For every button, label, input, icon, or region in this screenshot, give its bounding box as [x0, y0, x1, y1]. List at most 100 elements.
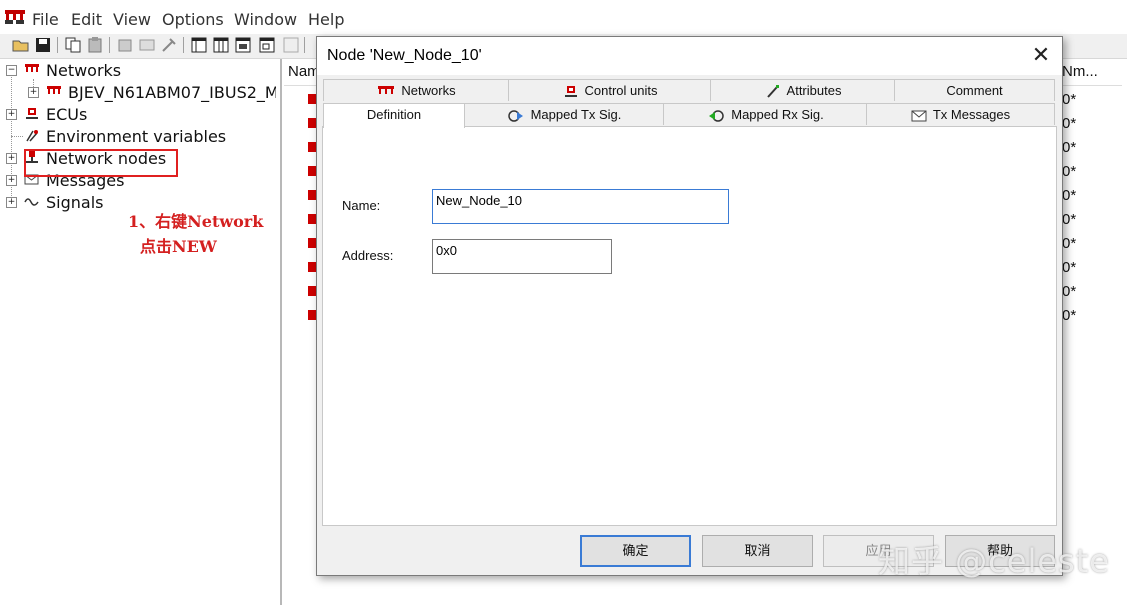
tree-item-label: Networks [46, 61, 122, 80]
node-row-icon [308, 166, 316, 176]
node-row-icon [308, 118, 316, 128]
definition-panel: Name: New_Node_10 Address: 0x0 [322, 126, 1057, 526]
tab-label: Definition [366, 107, 422, 122]
nm-cell: 0* [1062, 115, 1077, 132]
envelope-icon [911, 110, 927, 122]
annotation-text-line2: 点击NEW [140, 237, 217, 256]
menu-edit[interactable]: Edit [71, 10, 102, 29]
node-row-icon [308, 214, 316, 224]
tree-connector [11, 136, 23, 137]
tab-label: Networks [401, 83, 456, 98]
tab-control-units[interactable]: Control units [508, 79, 712, 101]
ok-button[interactable]: 确定 [580, 535, 691, 567]
expand-icon[interactable]: + [6, 153, 17, 164]
copy-icon[interactable] [64, 36, 82, 54]
address-field[interactable]: 0x0 [432, 239, 612, 274]
menu-options[interactable]: Options [162, 10, 224, 29]
tree-item-networks[interactable]: − Networks [6, 59, 276, 81]
nm-cell: 0* [1062, 91, 1077, 108]
tab-comment[interactable]: Comment [894, 79, 1055, 101]
save-icon[interactable] [34, 36, 52, 54]
tools-icon[interactable] [160, 36, 178, 54]
tab-tx-messages[interactable]: Tx Messages [866, 103, 1055, 125]
tab-label: Mapped Rx Sig. [731, 107, 824, 122]
list-icon[interactable] [138, 36, 156, 54]
mapped-tx-icon [507, 109, 523, 122]
address-label: Address: [342, 248, 394, 263]
tab-mapped-rx-sig[interactable]: Mapped Rx Sig. [663, 103, 868, 125]
tree-pane: − Networks + BJEV_N61ABM07_IBUS2_Mat + E… [0, 59, 282, 605]
nm-cell: 0* [1062, 259, 1077, 276]
tab-definition[interactable]: Definition [323, 103, 465, 128]
expand-icon[interactable]: + [6, 175, 17, 186]
expand-icon[interactable]: + [28, 87, 39, 98]
name-label: Name: [342, 198, 381, 213]
collapse-icon[interactable]: − [6, 65, 17, 76]
annotation-text-line1: 1、右键Network [128, 212, 264, 231]
tree-item-label: Environment variables [46, 127, 227, 146]
column-header-nm[interactable]: Nm... [1060, 59, 1122, 86]
attributes-icon [766, 85, 779, 98]
view-table-icon[interactable] [212, 36, 230, 54]
nm-cell: 0* [1062, 283, 1077, 300]
cancel-button[interactable]: 取消 [702, 535, 813, 567]
app-icon [5, 10, 25, 24]
tab-label: Attributes [786, 83, 842, 98]
toolbar-separator [57, 37, 58, 53]
menu-view[interactable]: View [113, 10, 151, 29]
close-icon[interactable]: ✕ [1027, 43, 1055, 69]
node-row-icon [308, 190, 316, 200]
tree-item-bjev-network[interactable]: + BJEV_N61ABM07_IBUS2_Mat [6, 81, 276, 103]
ecu-icon [26, 108, 38, 119]
expand-icon[interactable]: + [6, 109, 17, 120]
tree-item-ecus[interactable]: + ECUs [6, 103, 276, 125]
nm-cell: 0* [1062, 211, 1077, 228]
node-row-icon [308, 94, 316, 104]
name-field[interactable]: New_Node_10 [432, 189, 729, 224]
tab-label: Tx Messages [932, 107, 1011, 122]
tree-item-label: Signals [46, 193, 104, 212]
annotation-highlight-box [24, 149, 178, 177]
tab-mapped-tx-sig[interactable]: Mapped Tx Sig. [463, 103, 665, 125]
toolbar-separator [304, 37, 305, 53]
dialog-titlebar: Node 'New_Node_10' ✕ [317, 37, 1062, 75]
node-row-icon [308, 286, 316, 296]
network-icon [25, 64, 39, 72]
properties-icon[interactable] [116, 36, 134, 54]
tab-label: Control units [584, 83, 658, 98]
node-dialog: Node 'New_Node_10' ✕ Networks Control un… [316, 36, 1063, 576]
tree-item-label: BJEV_N61ABM07_IBUS2_Mat [68, 83, 276, 102]
open-folder-icon[interactable] [12, 36, 30, 54]
env-var-icon [26, 130, 38, 142]
menu-bar: File Edit View Options Window Help [0, 0, 1127, 34]
view-tree-icon[interactable] [190, 36, 208, 54]
tree-item-environment-variables[interactable]: Environment variables [6, 125, 276, 147]
mapped-rx-icon [709, 109, 724, 122]
node-row-icon [308, 310, 316, 320]
signal-icon [24, 198, 39, 206]
view-details-icon[interactable] [234, 36, 252, 54]
nm-cell: 0* [1062, 139, 1077, 156]
nm-cell: 0* [1062, 307, 1077, 324]
tree-item-label: ECUs [46, 105, 88, 124]
network-icon [47, 86, 61, 94]
nm-cell: 0* [1062, 163, 1077, 180]
toolbar-separator [109, 37, 110, 53]
nm-cell: 0* [1062, 187, 1077, 204]
menu-file[interactable]: File [32, 10, 59, 29]
view-disabled-icon[interactable] [282, 36, 300, 54]
dialog-title: Node 'New_Node_10' [327, 47, 482, 64]
paste-icon[interactable] [86, 36, 104, 54]
expand-icon[interactable]: + [6, 197, 17, 208]
ecu-icon [564, 85, 577, 97]
nm-cell: 0* [1062, 235, 1077, 252]
tab-attributes[interactable]: Attributes [710, 79, 896, 101]
toolbar-separator [183, 37, 184, 53]
node-row-icon [308, 142, 316, 152]
menu-window[interactable]: Window [234, 10, 297, 29]
menu-help[interactable]: Help [308, 10, 344, 29]
view-window-icon[interactable] [258, 36, 276, 54]
tab-networks[interactable]: Networks [323, 79, 510, 101]
tab-label: Comment [946, 83, 1003, 98]
node-row-icon [308, 238, 316, 248]
